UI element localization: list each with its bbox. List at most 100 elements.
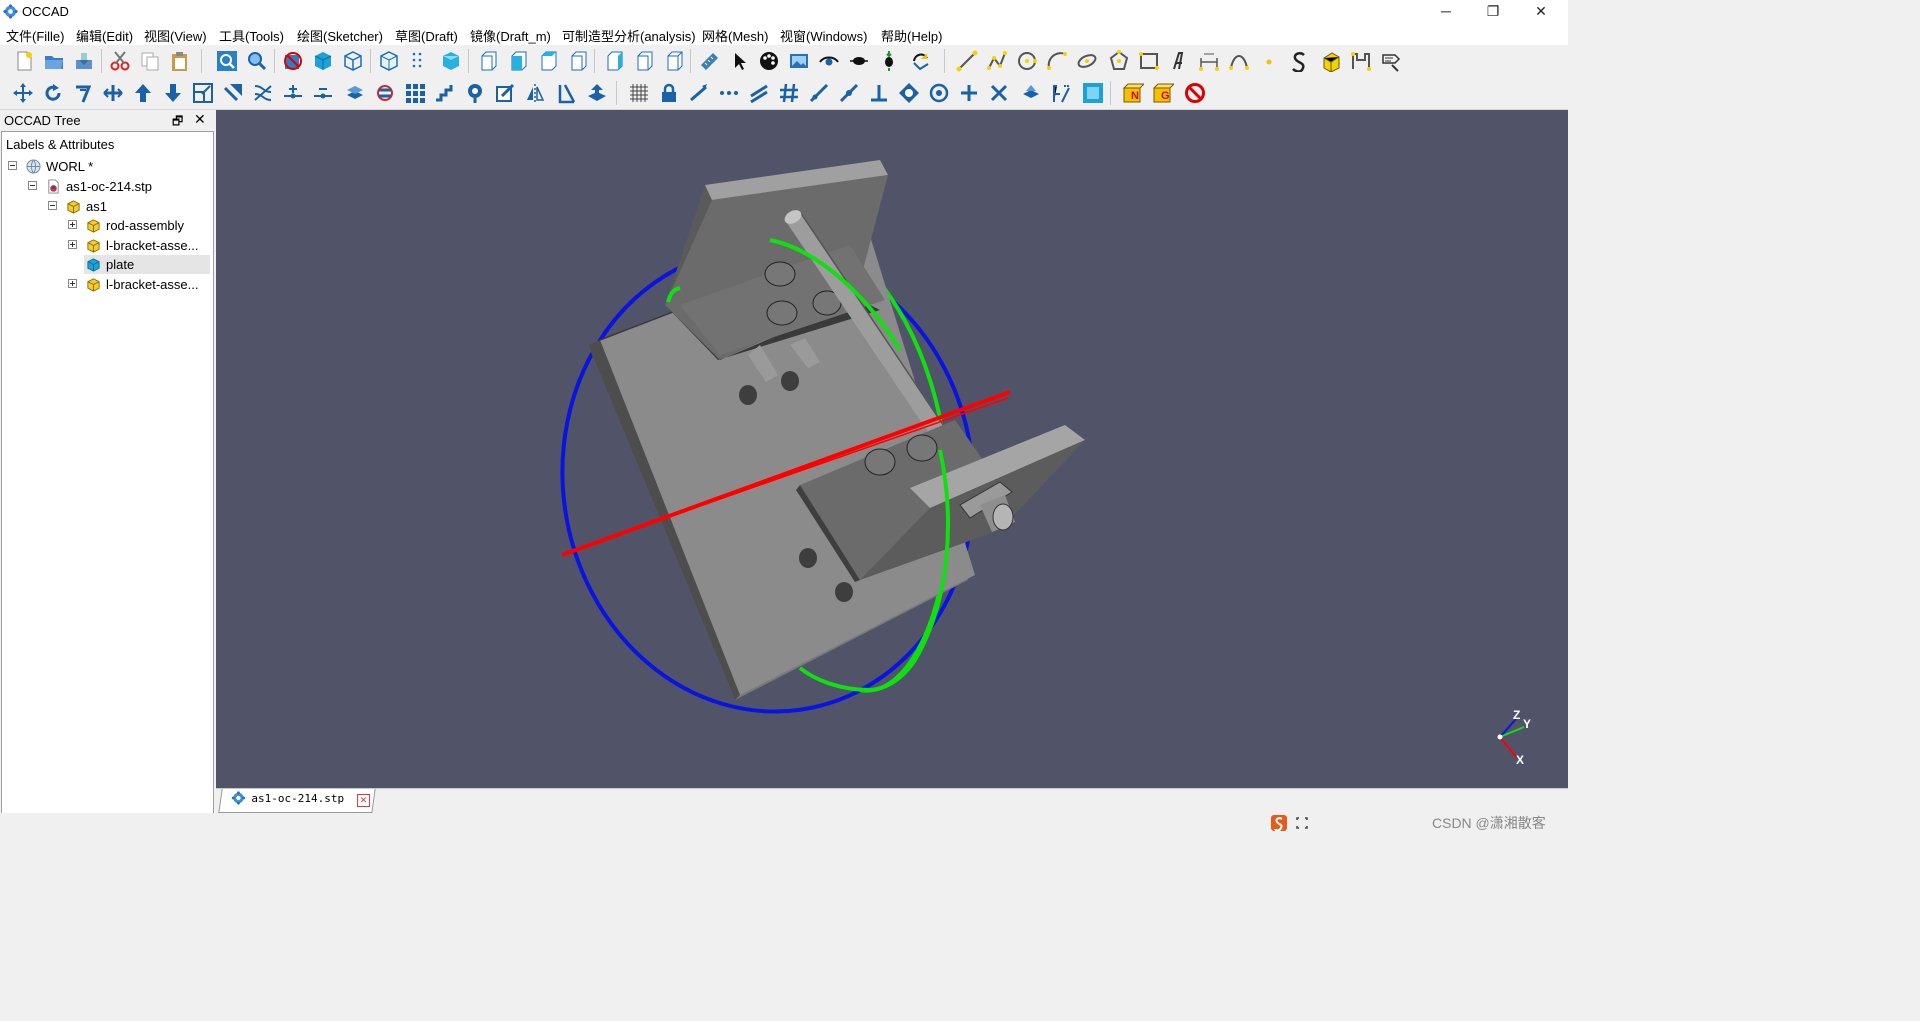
tree-node-plate[interactable]: plate — [84, 255, 210, 274]
3d-viewport[interactable]: Z Y X — [216, 110, 1568, 788]
snap-midpoint-icon[interactable] — [718, 82, 740, 104]
polyline-tool-icon[interactable] — [986, 50, 1008, 72]
ellipse-tool-icon[interactable] — [1076, 50, 1098, 72]
point-tool-icon[interactable] — [1258, 50, 1280, 72]
expand-toggle-icon[interactable] — [68, 220, 77, 229]
draft-to-sketch-icon[interactable] — [222, 82, 244, 104]
close-button[interactable]: ✕ — [1518, 0, 1564, 23]
snap-endpoint-icon[interactable] — [688, 82, 710, 104]
collapse-toggle-icon[interactable] — [48, 201, 57, 210]
back-view-icon[interactable] — [506, 50, 528, 72]
palette-icon[interactable] — [758, 50, 780, 72]
section-icon[interactable] — [848, 50, 870, 72]
maximize-button[interactable]: ❐ — [1470, 0, 1516, 23]
snap-special-icon[interactable] — [898, 82, 920, 104]
offset-icon[interactable] — [72, 82, 94, 104]
menu-mesh[interactable]: 网格(Mesh) — [702, 26, 768, 45]
select-arrow-icon[interactable] — [728, 50, 750, 72]
shape-2d-view-icon[interactable] — [344, 82, 366, 104]
paste-icon[interactable] — [169, 50, 191, 72]
image-icon[interactable] — [788, 50, 810, 72]
shaded-view-icon[interactable] — [312, 50, 334, 72]
explode-icon[interactable] — [878, 50, 900, 72]
delete-point-icon[interactable] — [312, 82, 334, 104]
expand-toggle-icon[interactable] — [68, 240, 77, 249]
stop-icon[interactable] — [1184, 82, 1206, 104]
box-view-icon[interactable] — [440, 50, 462, 72]
mirror-icon[interactable] — [524, 82, 546, 104]
array-icon[interactable] — [374, 82, 396, 104]
rotate-view-icon[interactable] — [910, 50, 932, 72]
snap-lock-icon[interactable] — [658, 82, 680, 104]
tree-node-step-file[interactable]: as1-oc-214.stp — [26, 177, 206, 196]
arc-tool-icon[interactable] — [1046, 50, 1068, 72]
expand-toggle-icon[interactable] — [68, 279, 77, 288]
zoom-fit-icon[interactable] — [216, 50, 238, 72]
scale-icon[interactable] — [192, 82, 214, 104]
analysis-g-icon[interactable]: G — [1152, 82, 1174, 104]
shape-string-icon[interactable] — [1288, 50, 1310, 72]
wireframe-view-icon[interactable] — [342, 50, 364, 72]
extrude-icon[interactable] — [586, 82, 608, 104]
menu-help[interactable]: 帮助(Help) — [881, 26, 942, 45]
axo-view-icon[interactable] — [662, 50, 684, 72]
snap-parallel-icon[interactable] — [748, 82, 770, 104]
add-point-icon[interactable] — [282, 82, 304, 104]
stretch-icon[interactable] — [556, 82, 578, 104]
menu-view[interactable]: 视图(View) — [144, 26, 207, 45]
snap-intersection-icon[interactable] — [988, 82, 1010, 104]
tree-node-world[interactable]: WORL * — [6, 157, 206, 176]
snap-dimensions-icon[interactable] — [1050, 82, 1072, 104]
clone-icon[interactable] — [464, 82, 486, 104]
hide-icon[interactable] — [282, 50, 304, 72]
downgrade-icon[interactable] — [162, 82, 184, 104]
measure-icon[interactable] — [698, 50, 720, 72]
circle-tool-icon[interactable] — [1016, 50, 1038, 72]
dock-close-icon[interactable]: ✕ — [194, 111, 208, 127]
facebinder-icon[interactable] — [1320, 50, 1342, 72]
dimension-tool-icon[interactable] — [1198, 50, 1220, 72]
move-icon[interactable] — [12, 82, 34, 104]
subelement-highlight-icon[interactable] — [1350, 50, 1372, 72]
open-folder-icon[interactable] — [43, 50, 65, 72]
snap-near-icon[interactable] — [808, 82, 830, 104]
drawing-icon[interactable] — [494, 82, 516, 104]
tree-node-l-bracket-1[interactable]: l-bracket-asse... — [66, 236, 206, 255]
tree-node-rod-assembly[interactable]: rod-assembly — [66, 216, 206, 235]
minimize-button[interactable]: ─ — [1423, 0, 1469, 23]
menu-tools[interactable]: 工具(Tools) — [219, 26, 284, 45]
eye-icon[interactable] — [818, 50, 840, 72]
tree-node-l-bracket-2[interactable]: l-bracket-asse... — [66, 275, 206, 294]
input-method-icon[interactable] — [1270, 814, 1288, 832]
dock-float-icon[interactable]: 🗗 — [172, 112, 186, 128]
upgrade-icon[interactable] — [132, 82, 154, 104]
menu-windows[interactable]: 视窗(Windows) — [780, 26, 867, 45]
top-view-icon[interactable] — [536, 50, 558, 72]
model-scene[interactable]: Z Y X — [216, 110, 1568, 788]
line-tool-icon[interactable] — [956, 50, 978, 72]
menu-file[interactable]: 文件(Fille) — [6, 26, 65, 45]
analysis-n-icon[interactable]: N — [1122, 82, 1144, 104]
tree-node-as1[interactable]: as1 — [46, 197, 206, 216]
toggle-grid-icon[interactable] — [628, 82, 650, 104]
trim-icon[interactable] — [102, 82, 124, 104]
polygon-tool-icon[interactable] — [1108, 50, 1130, 72]
tree-view[interactable]: Labels & Attributes WORL * as1-oc-214.st… — [1, 131, 214, 815]
rectangle-tool-icon[interactable] — [1138, 50, 1160, 72]
bottom-view-icon[interactable] — [566, 50, 588, 72]
right-view-icon[interactable] — [632, 50, 654, 72]
snap-center-icon[interactable] — [928, 82, 950, 104]
snap-perpendicular-icon[interactable] — [868, 82, 890, 104]
toggle-display-icon[interactable] — [1082, 82, 1104, 104]
snap-grid-icon[interactable] — [778, 82, 800, 104]
label-tool-icon[interactable] — [1380, 50, 1402, 72]
cut-icon[interactable] — [109, 50, 131, 72]
collapse-toggle-icon[interactable] — [8, 161, 17, 170]
wire-to-bspline-icon[interactable] — [252, 82, 274, 104]
tab-close-icon[interactable]: ✕ — [357, 794, 371, 807]
grid-array-icon[interactable] — [404, 82, 426, 104]
path-array-icon[interactable] — [434, 82, 456, 104]
resize-grip-icon[interactable] — [1293, 814, 1311, 832]
rotate-icon[interactable] — [42, 82, 64, 104]
menu-analysis[interactable]: 可制造型分析(analysis) — [562, 26, 696, 45]
